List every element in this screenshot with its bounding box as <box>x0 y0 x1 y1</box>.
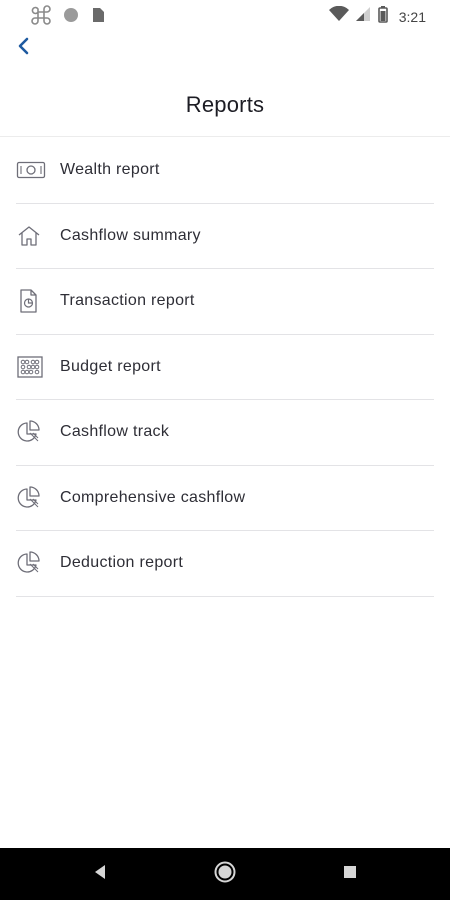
status-left-icons <box>30 4 106 31</box>
document-pie-icon <box>16 287 60 315</box>
report-label: Comprehensive cashflow <box>60 488 246 506</box>
chevron-left-icon <box>17 37 31 60</box>
page-title: Reports <box>185 92 265 117</box>
nav-home-button[interactable] <box>195 848 255 900</box>
triangle-back-icon <box>92 863 108 886</box>
status-time: 3:21 <box>398 8 426 25</box>
report-label: Transaction report <box>60 292 195 310</box>
title-divider <box>0 136 450 137</box>
square-recents-icon <box>342 864 358 885</box>
status-bar: 3:21 <box>0 0 450 30</box>
circle-home-icon <box>213 860 237 889</box>
report-item-comprehensive-cashflow[interactable]: Comprehensive cashflow <box>16 466 434 531</box>
report-item-budget[interactable]: Budget report <box>16 335 434 400</box>
sim-card-icon <box>90 6 106 29</box>
pie-chart-icon <box>16 549 60 577</box>
report-label: Cashflow track <box>60 423 170 441</box>
back-button[interactable] <box>10 34 38 62</box>
report-item-cashflow-summary[interactable]: Cashflow summary <box>16 204 434 269</box>
status-right-icons: 3:21 <box>328 5 426 28</box>
navigation-bar <box>0 848 450 900</box>
money-icon <box>16 156 60 184</box>
circle-icon <box>62 6 80 29</box>
report-label: Wealth report <box>60 161 160 179</box>
report-item-cashflow-track[interactable]: Cashflow track <box>16 400 434 466</box>
abacus-icon <box>16 353 60 381</box>
battery-icon <box>377 5 389 28</box>
report-item-wealth[interactable]: Wealth report <box>16 138 434 204</box>
report-label: Deduction report <box>60 554 184 572</box>
report-list: Wealth report Cashflow summary Transacti… <box>16 138 434 597</box>
report-item-transaction[interactable]: Transaction report <box>16 269 434 335</box>
report-label: Cashflow summary <box>60 226 201 244</box>
pie-chart-icon <box>16 418 60 446</box>
signal-icon <box>355 6 371 27</box>
wifi-icon <box>328 5 349 27</box>
nav-recents-button[interactable] <box>320 848 380 900</box>
pie-chart-icon <box>16 484 60 512</box>
report-item-deduction[interactable]: Deduction report <box>16 531 434 597</box>
home-icon <box>16 222 60 250</box>
report-label: Budget report <box>60 357 161 375</box>
command-icon <box>30 4 52 31</box>
nav-back-button[interactable] <box>70 848 130 900</box>
